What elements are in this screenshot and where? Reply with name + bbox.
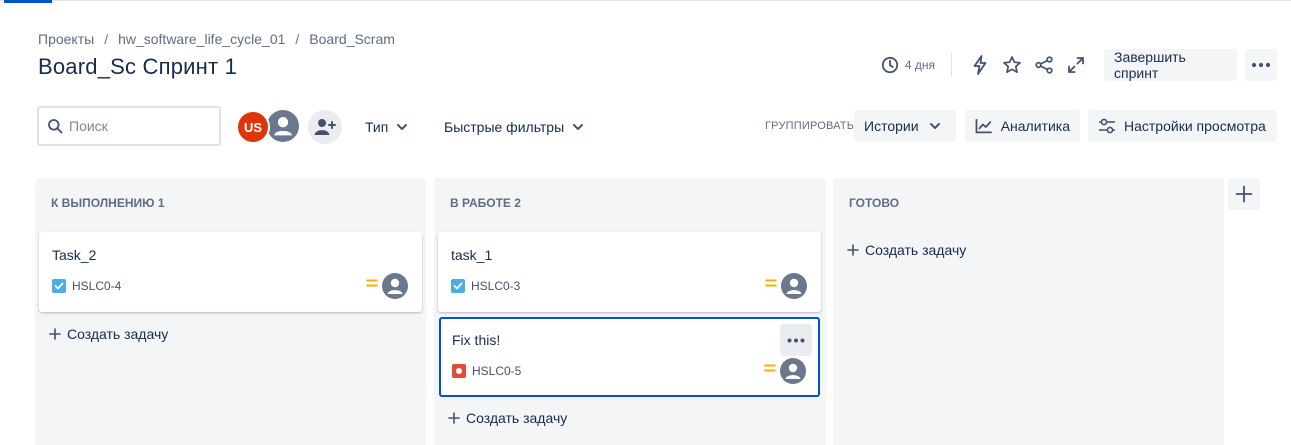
star-button[interactable] bbox=[1000, 53, 1024, 77]
group-by-select[interactable]: Истории bbox=[854, 110, 956, 142]
quick-filters[interactable]: Быстрые фильтры bbox=[444, 114, 584, 140]
header-actions: 4 дня Завершить спринт bbox=[881, 49, 1277, 81]
assignee-avatar-icon[interactable] bbox=[781, 273, 807, 299]
column-title: ГОТОВО bbox=[849, 196, 900, 210]
chevron-down-icon bbox=[397, 124, 408, 130]
more-icon bbox=[1251, 62, 1271, 68]
star-icon bbox=[1003, 56, 1021, 74]
clock-icon bbox=[881, 56, 898, 74]
active-tab-indicator bbox=[4, 0, 52, 3]
breadcrumb-board[interactable]: Board_Scram bbox=[309, 31, 395, 47]
priority-medium-icon bbox=[764, 364, 776, 372]
complete-sprint-button[interactable]: Завершить спринт bbox=[1104, 49, 1237, 81]
column-title: К ВЫПОЛНЕНИЮ 1 bbox=[51, 196, 165, 210]
avatar[interactable]: US bbox=[236, 110, 270, 144]
user-icon bbox=[267, 110, 299, 142]
assignee-avatar-icon[interactable] bbox=[382, 273, 408, 299]
create-task-button[interactable]: Создать задачу bbox=[49, 326, 168, 342]
analytics-button[interactable]: Аналитика bbox=[965, 110, 1080, 142]
divider bbox=[951, 53, 952, 77]
automation-button[interactable] bbox=[968, 53, 992, 77]
more-actions-button[interactable] bbox=[1245, 49, 1277, 81]
view-settings-button[interactable]: Настройки просмотра bbox=[1088, 110, 1277, 142]
analytics-label: Аналитика bbox=[1000, 118, 1070, 134]
card-key: HSLC0-3 bbox=[451, 279, 520, 293]
fullscreen-button[interactable] bbox=[1064, 53, 1088, 77]
days-label: 4 дня bbox=[904, 58, 935, 72]
chevron-down-icon bbox=[573, 124, 584, 130]
lightning-icon bbox=[973, 55, 987, 75]
group-by-label: ГРУППИРОВАТЬ bbox=[765, 120, 855, 132]
card-key: HSLC0-4 bbox=[52, 279, 121, 293]
column-in-progress: В РАБОТЕ 2 task_1 HSLC0-3 Fix this! HSLC… bbox=[434, 178, 826, 445]
issue-key[interactable]: HSLC0-3 bbox=[471, 279, 520, 293]
type-filter-label: Тип bbox=[365, 119, 389, 135]
share-icon bbox=[1035, 56, 1053, 74]
priority-medium-icon bbox=[366, 279, 378, 287]
issue-key[interactable]: HSLC0-4 bbox=[72, 279, 121, 293]
add-user-icon bbox=[314, 119, 336, 135]
priority-medium-icon bbox=[765, 279, 777, 287]
issue-key[interactable]: HSLC0-5 bbox=[472, 364, 521, 378]
search-input[interactable] bbox=[69, 118, 209, 134]
plus-icon bbox=[847, 244, 859, 256]
plus-icon bbox=[448, 412, 460, 424]
issue-card[interactable]: task_1 HSLC0-3 bbox=[438, 232, 821, 312]
column-done: ГОТОВО Создать задачу bbox=[833, 178, 1224, 445]
card-more-button[interactable] bbox=[780, 324, 812, 356]
assignee-avatar-icon[interactable] bbox=[780, 358, 806, 384]
search-icon bbox=[48, 119, 63, 134]
breadcrumb-separator: / bbox=[104, 31, 109, 47]
breadcrumb-projects[interactable]: Проекты bbox=[38, 31, 94, 47]
add-people-button[interactable] bbox=[308, 110, 342, 144]
quick-filters-label: Быстрые фильтры bbox=[444, 119, 565, 135]
breadcrumb-separator: / bbox=[295, 31, 300, 47]
create-task-label: Создать задачу bbox=[466, 410, 568, 426]
card-title: Fix this! bbox=[452, 332, 501, 348]
breadcrumb: Проекты / hw_software_life_cycle_01 / Bo… bbox=[38, 31, 395, 47]
create-task-button[interactable]: Создать задачу bbox=[448, 410, 567, 426]
create-task-label: Создать задачу bbox=[67, 326, 169, 342]
column-todo: К ВЫПОЛНЕНИЮ 1 Task_2 HSLC0-4 Создать за… bbox=[35, 178, 426, 445]
issue-card[interactable]: Task_2 HSLC0-4 bbox=[39, 232, 422, 312]
share-button[interactable] bbox=[1032, 53, 1056, 77]
create-task-button[interactable]: Создать задачу bbox=[847, 242, 966, 258]
sprint-days-remaining[interactable]: 4 дня bbox=[881, 56, 935, 74]
card-title: Task_2 bbox=[52, 247, 97, 263]
task-icon bbox=[451, 279, 465, 293]
bug-icon bbox=[452, 364, 466, 378]
chevron-down-icon bbox=[929, 123, 940, 129]
page-title: Board_Sc Спринт 1 bbox=[38, 54, 238, 79]
expand-icon bbox=[1068, 57, 1084, 73]
card-title: task_1 bbox=[451, 247, 493, 263]
avatar-unassigned[interactable] bbox=[265, 108, 301, 144]
plus-icon bbox=[1235, 185, 1253, 203]
view-settings-label: Настройки просмотра bbox=[1124, 118, 1266, 134]
create-task-label: Создать задачу bbox=[865, 242, 967, 258]
card-key: HSLC0-5 bbox=[452, 364, 521, 378]
breadcrumb-project[interactable]: hw_software_life_cycle_01 bbox=[118, 31, 285, 47]
more-icon bbox=[787, 338, 805, 342]
column-title: В РАБОТЕ 2 bbox=[450, 196, 521, 210]
task-icon bbox=[52, 279, 66, 293]
top-border bbox=[0, 0, 1291, 1]
chart-icon bbox=[975, 119, 992, 134]
issue-card-selected[interactable]: Fix this! HSLC0-5 bbox=[439, 317, 820, 397]
search-box[interactable] bbox=[37, 106, 221, 146]
type-filter[interactable]: Тип bbox=[365, 114, 408, 140]
settings-sliders-icon bbox=[1099, 118, 1115, 134]
plus-icon bbox=[49, 328, 61, 340]
add-column-button[interactable] bbox=[1228, 178, 1260, 210]
group-by-value: Истории bbox=[864, 118, 919, 134]
